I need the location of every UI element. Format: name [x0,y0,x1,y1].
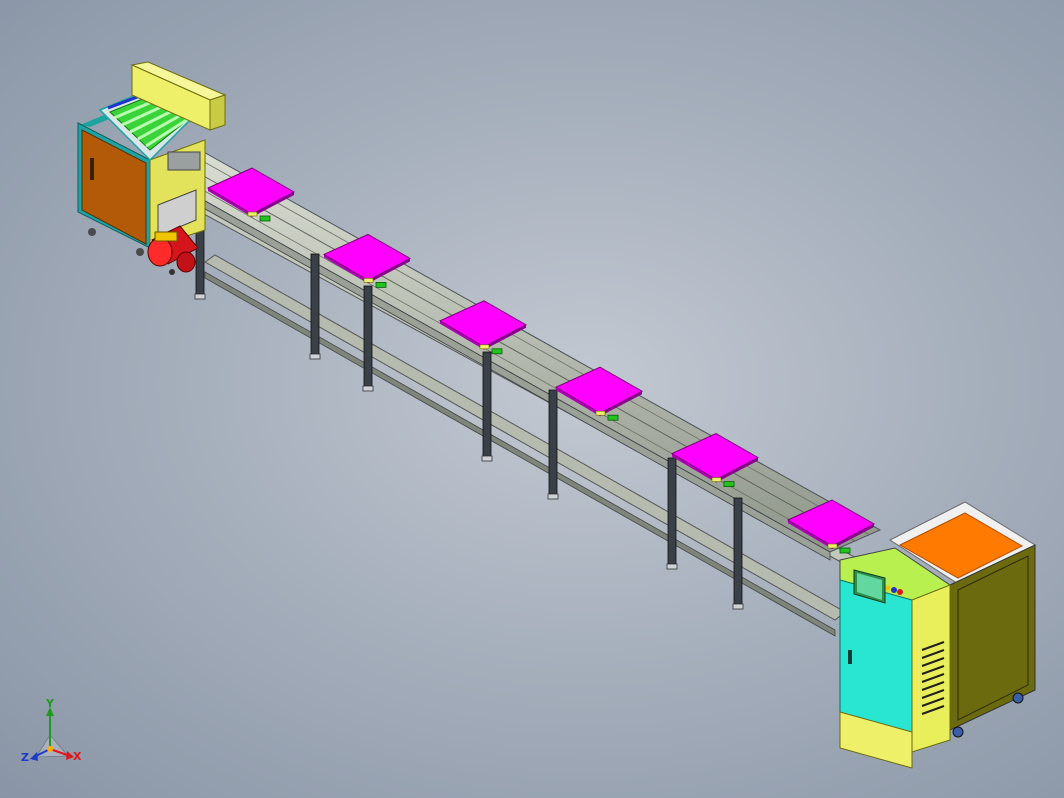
leveling-foot-icon [481,455,493,462]
leveling-foot-icon [194,293,206,300]
leveling-foot-icon [732,603,744,610]
position-sensor-icon [259,215,271,222]
leveling-foot-icon [547,493,559,500]
conveyor-assembly-model[interactable]: Y X Z [0,0,1064,798]
support-leg [482,351,492,457]
z-axis-label: Z [21,751,29,764]
leveling-foot-icon [666,563,678,570]
support-leg [667,457,677,565]
caster-wheel-icon [952,726,964,738]
stopper-block [247,211,258,217]
button-icon [891,587,897,593]
leveling-foot-icon [362,385,374,392]
support-leg [733,497,743,605]
stopper-block [479,344,490,350]
position-sensor-icon [375,281,387,288]
position-sensor-icon [723,481,735,488]
support-leg [310,253,320,355]
coordinate-triad: Y X Z [21,697,82,764]
caster-wheel-icon [1012,692,1024,704]
position-sensor-icon [491,348,503,355]
triad-origin-icon [47,746,53,752]
stopper-block [595,410,606,416]
cad-viewport[interactable]: Y X Z [0,0,1064,798]
stopper-block [827,543,838,549]
emergency-stop-icon [897,589,903,595]
y-axis-label: Y [45,697,55,710]
support-leg [548,389,558,495]
conveyor-lower-frame [159,182,861,637]
position-sensor-icon [839,547,851,554]
control-cabinet [839,501,1037,769]
indicator-lamp-icon [885,585,891,591]
leveling-foot-icon [309,353,321,360]
loading-station [77,61,227,256]
cabinet-lock-icon [848,650,852,664]
z-axis-arrowhead [30,752,38,761]
stopper-block [363,278,374,283]
support-leg [363,285,373,387]
x-axis-label: X [73,750,82,763]
door-handle-icon [90,158,94,180]
position-sensor-icon [607,414,619,421]
stopper-block [711,477,722,482]
